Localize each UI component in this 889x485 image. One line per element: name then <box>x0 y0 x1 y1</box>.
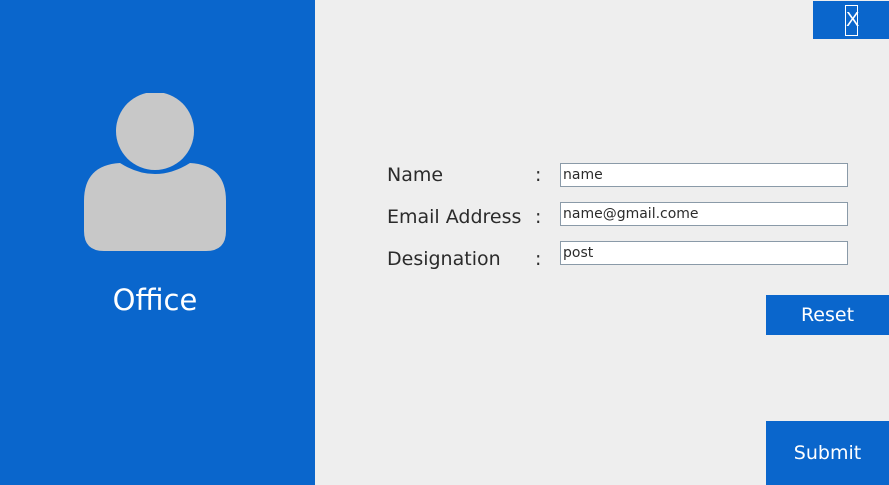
close-button[interactable]: X <box>813 1 889 39</box>
reset-button[interactable]: Reset <box>766 295 889 335</box>
name-label: Name <box>387 164 444 186</box>
name-field[interactable] <box>560 163 848 187</box>
profile-panel: Office <box>0 0 315 485</box>
submit-button[interactable]: Submit <box>766 421 889 485</box>
email-label: Email Address <box>387 206 522 228</box>
email-colon: : <box>535 206 542 228</box>
designation-label: Designation <box>387 248 501 270</box>
designation-colon: : <box>535 248 542 270</box>
company-name: Office <box>112 283 198 317</box>
close-label: X <box>845 5 859 36</box>
email-field[interactable] <box>560 202 848 226</box>
name-colon: : <box>535 164 542 186</box>
user-silhouette-icon <box>82 93 228 251</box>
designation-field[interactable] <box>560 241 848 265</box>
